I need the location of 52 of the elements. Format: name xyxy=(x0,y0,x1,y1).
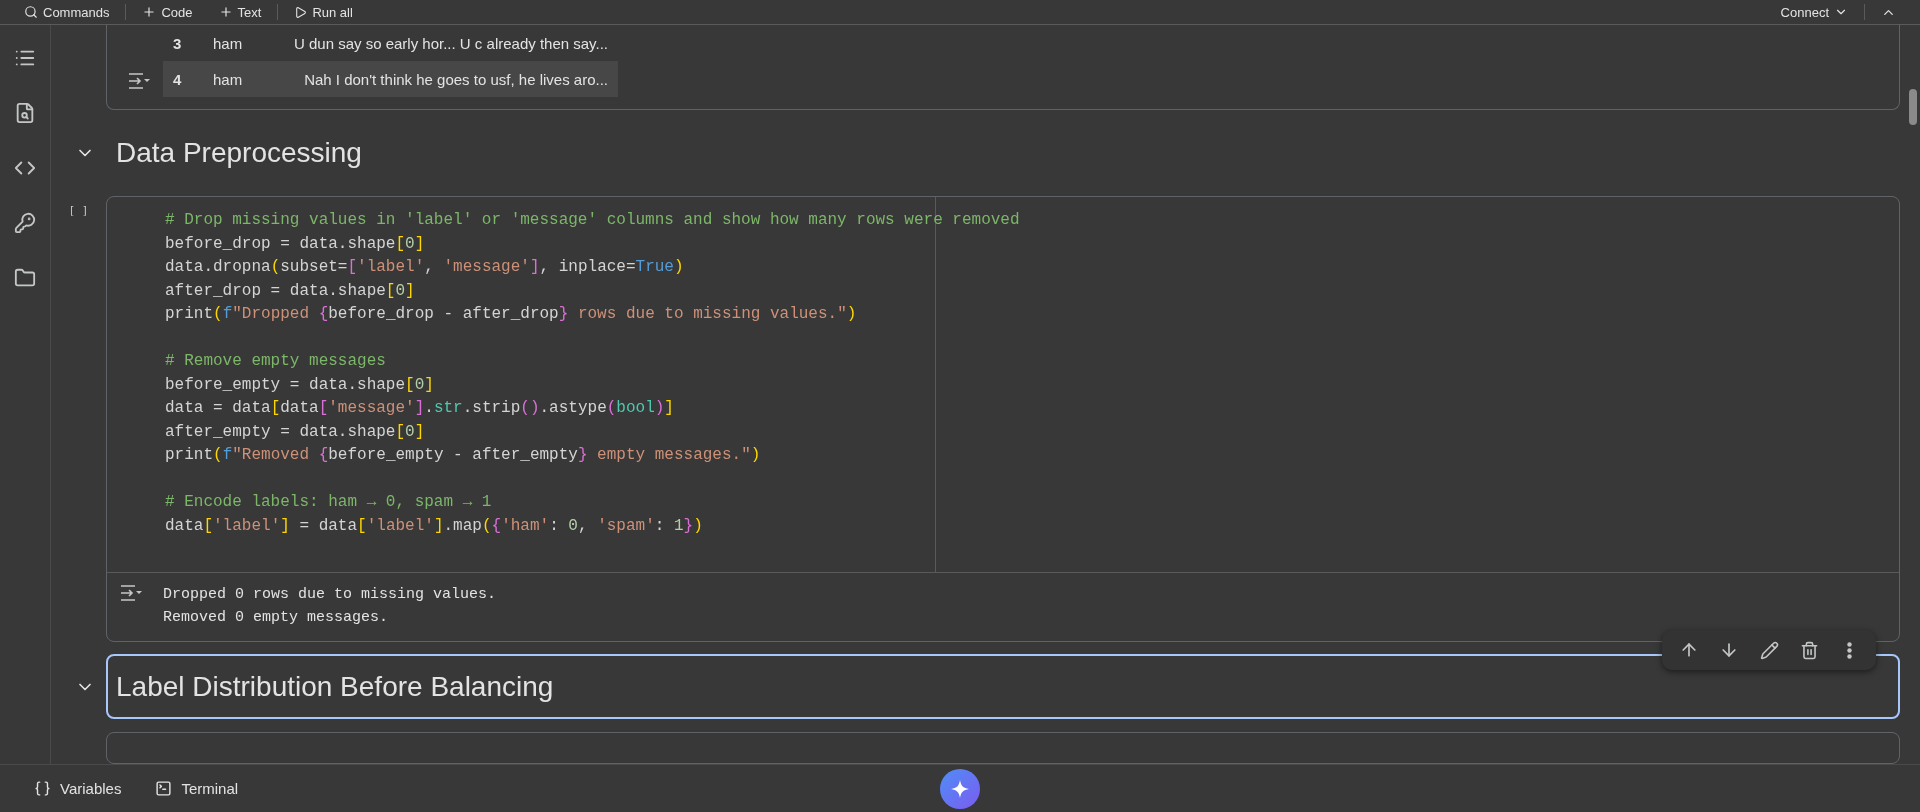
toolbar-button[interactable]: Text xyxy=(208,1,272,23)
more-icon xyxy=(1846,641,1852,659)
row-index: 4 xyxy=(173,70,183,88)
table-cell-text: ham xyxy=(213,70,244,88)
row-index: 3 xyxy=(173,34,183,52)
section-heading: Label Distribution Before Balancing xyxy=(116,670,554,703)
key-icon xyxy=(14,212,36,234)
run-button[interactable]: [ ] xyxy=(68,196,89,218)
plus-icon xyxy=(218,5,233,19)
code-line: before_empty = data.shape[0] xyxy=(165,374,435,396)
code-line: print(f"Removed {before_empty - after_empty} empty messages.") xyxy=(165,445,762,467)
table-cell-text: Nah I don't think he goes to usf, he lives aro... xyxy=(303,70,608,88)
folder-icon xyxy=(14,267,36,289)
output-text: Removed 0 empty messages. xyxy=(163,608,390,629)
code-line: data = data[data['message'].str.strip().astype(bool)] xyxy=(165,398,675,420)
toolbar-button[interactable]: Commands xyxy=(14,1,120,23)
panel-button[interactable]: Variables xyxy=(28,776,128,801)
code-line: data['label'] = data['label'].map({'ham': 0, 'spam': 1}) xyxy=(165,515,704,537)
sparkle-icon xyxy=(950,779,970,799)
sparkle-button[interactable] xyxy=(940,769,980,809)
table-cell-text: ham xyxy=(213,34,244,52)
play-icon xyxy=(294,5,308,19)
secrets-button[interactable] xyxy=(14,212,36,234)
code-line: # Remove empty messages xyxy=(165,351,387,373)
code-line: # Drop missing values in 'label' or 'message' columns and show how many rows were removed xyxy=(165,210,1021,232)
code-line: print(f"Dropped {before_drop - after_drop} rows due to missing values.") xyxy=(165,304,858,326)
code-line: after_empty = data.shape[0] xyxy=(165,421,426,443)
plus-icon xyxy=(142,5,157,19)
connect-button[interactable]: Connect xyxy=(1770,1,1858,23)
code-line: # Encode labels: ham → 0, spam → 1 xyxy=(165,492,493,514)
panel-button[interactable]: Terminal xyxy=(149,776,245,801)
toolbar-button[interactable]: Run all xyxy=(284,1,363,23)
table-cell-text: U dun say so early hor... U c already then say... xyxy=(292,34,608,52)
code-line: before_drop = data.shape[0] xyxy=(165,233,426,255)
toolbar-button[interactable]: Code xyxy=(132,1,203,23)
text-cell[interactable]: Data Preprocessing xyxy=(106,110,1900,197)
pencil-icon xyxy=(1759,640,1779,660)
code-line: data.dropna(subset=['label', 'message'], inplace=True) xyxy=(165,257,685,279)
search-icon xyxy=(24,5,38,19)
output-text: Dropped 0 rows due to missing values. xyxy=(163,585,497,606)
files-button[interactable] xyxy=(14,267,36,289)
braces-icon xyxy=(34,780,51,797)
selected-text-cell[interactable]: Label Distribution Before Balancing xyxy=(106,654,1900,720)
find-button[interactable] xyxy=(14,102,36,124)
file-search-icon xyxy=(14,102,36,124)
output-icon xyxy=(119,583,143,604)
terminal-icon xyxy=(155,780,173,797)
scrollbar-thumb[interactable] xyxy=(1909,89,1917,125)
section-heading: Data Preprocessing xyxy=(116,137,362,170)
code-line: after_drop = data.shape[0] xyxy=(165,280,416,302)
output-icon xyxy=(127,71,151,91)
trash-icon xyxy=(1799,640,1819,660)
